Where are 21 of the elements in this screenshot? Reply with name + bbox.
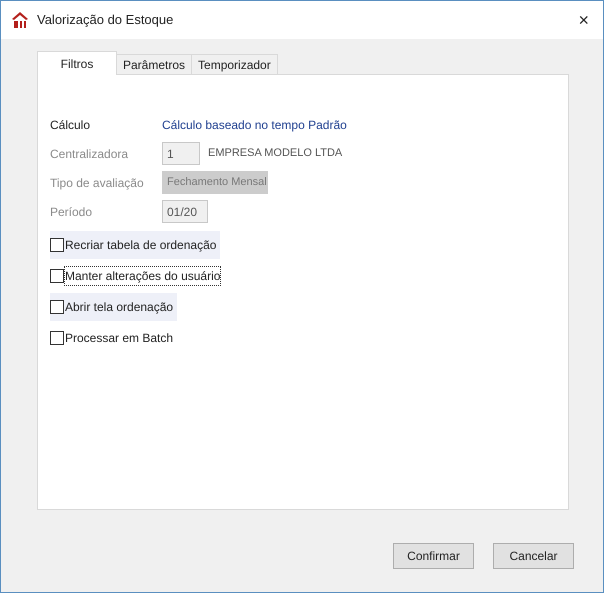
window-title: Valorização do Estoque — [37, 11, 174, 30]
field-label: Tipo de avaliação — [50, 174, 145, 192]
checkbox[interactable] — [50, 238, 64, 252]
checkbox-label[interactable]: Processar em Batch — [65, 329, 174, 347]
close-button[interactable]: × — [574, 11, 593, 29]
tab[interactable]: Filtros — [37, 51, 117, 75]
company-name: EMPRESA MODELO LTDA — [208, 146, 342, 162]
checkbox-label[interactable]: Recriar tabela de ordenação — [65, 236, 216, 254]
checkbox-label[interactable]: Abrir tela ordenação — [65, 298, 174, 316]
calculation-value: Cálculo baseado no tempo Padrão — [162, 116, 347, 134]
checkbox[interactable] — [50, 300, 64, 314]
app-logo-icon — [11, 11, 29, 29]
field-label: Período — [50, 204, 94, 220]
tab[interactable]: Temporizador — [191, 54, 278, 74]
checkbox-label[interactable]: Manter alterações do usuário — [65, 267, 220, 285]
checkbox[interactable] — [50, 331, 64, 345]
checkbox[interactable] — [50, 269, 64, 283]
dialog-button[interactable]: Confirmar — [393, 543, 474, 569]
dialog-button[interactable]: Cancelar — [493, 543, 574, 569]
field-label: Cálculo — [50, 116, 92, 134]
field-label: Centralizadora — [50, 146, 130, 162]
